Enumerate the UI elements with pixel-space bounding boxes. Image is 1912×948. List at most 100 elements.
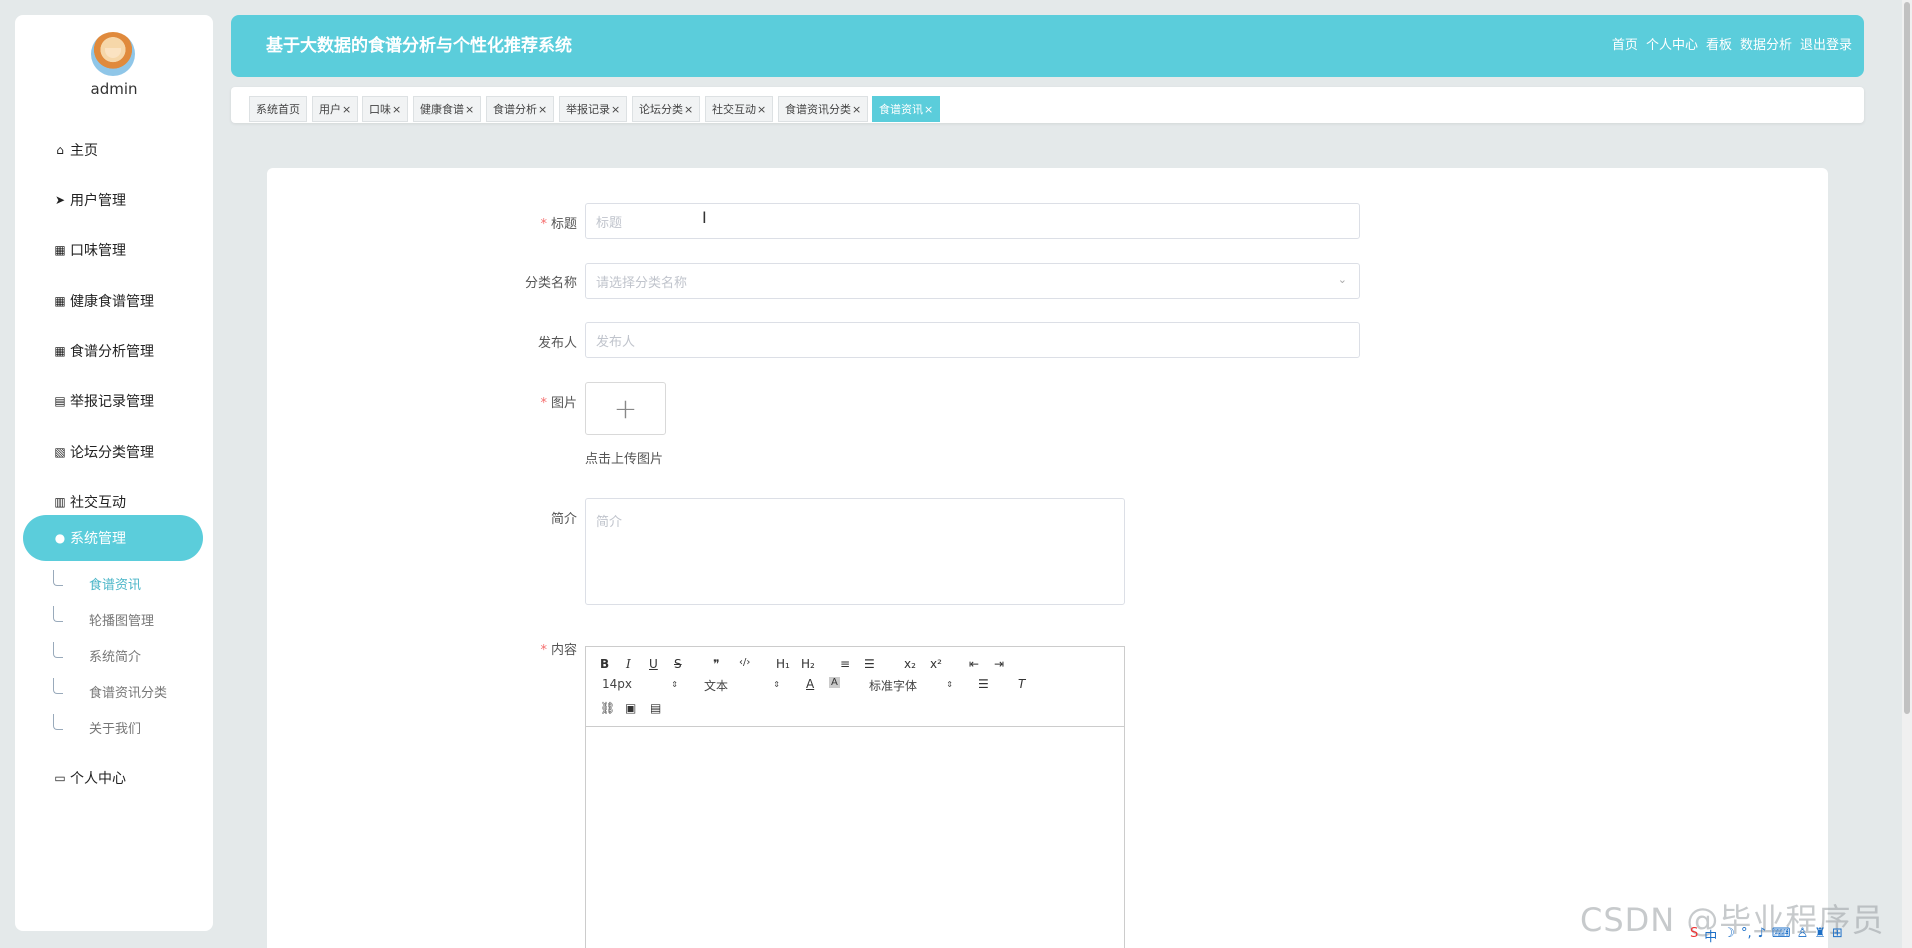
grid-icon: ▦ [54,294,66,308]
sidebar-item-taste[interactable]: ▦ 口味管理 [23,227,203,273]
font-size-select[interactable]: 14px ⇕ [602,677,678,691]
top-nav: 首页 个人中心 看板 数据分析 退出登录 [1612,15,1852,77]
publisher-label: 发布人 [537,336,577,351]
nav-data-analysis[interactable]: 数据分析 [1740,15,1792,77]
link-icon[interactable]: ⛓ [600,701,615,715]
tab-home[interactable]: 系统首页 [249,96,307,122]
close-icon[interactable]: × [538,103,547,116]
outdent-button[interactable]: ⇤ [969,657,979,671]
tab-healthy-recipes[interactable]: 健康食谱 × [413,96,482,122]
ime-tray: S 中 ☽ °, ♪ ⌨ ♙ ♜ ⊞ [1690,926,1843,945]
upload-hint: 点击上传图片 [585,452,664,467]
username: admin [90,80,138,98]
close-icon[interactable]: × [852,103,861,116]
intro-label: 简介 [550,512,577,527]
image-upload-button[interactable]: + [585,382,666,435]
scrollbar[interactable] [1902,0,1912,948]
italic-button[interactable]: I [626,657,631,671]
grid-tray-icon[interactable]: ⊞ [1832,926,1843,945]
close-icon[interactable]: × [611,103,620,116]
clear-format-icon[interactable]: T [1018,677,1025,691]
strike-button[interactable]: S [674,657,682,671]
close-icon[interactable]: × [392,103,401,116]
sidebar-item-recipe-analysis[interactable]: ▦ 食谱分析管理 [23,328,203,374]
indent-button[interactable]: ⇥ [994,657,1004,671]
system-title: 基于大数据的食谱分析与个性化推荐系统 [266,36,572,56]
chinese-mode-icon[interactable]: 中 [1704,926,1717,945]
tab-forum-categories[interactable]: 论坛分类 × [632,96,701,122]
sidebar-item-profile[interactable]: ▭ 个人中心 [23,755,203,801]
subitem-system-intro[interactable]: 系统简介 [53,640,141,670]
nav-logout[interactable]: 退出登录 [1800,15,1852,77]
subitem-carousel[interactable]: 轮播图管理 [53,604,154,634]
align-icon[interactable]: ☰ [978,677,989,691]
subitem-recipe-news[interactable]: 食谱资讯 [53,568,141,598]
h1-button[interactable]: H₁ [776,657,790,671]
tab-reports[interactable]: 举报记录 × [559,96,628,122]
avatar[interactable] [91,32,135,76]
home-icon: ⌂ [56,143,64,157]
publisher-input[interactable]: 发布人 [585,322,1360,358]
subscript-button[interactable]: x₂ [904,657,916,671]
keyboard-icon[interactable]: ⌨ [1772,926,1791,945]
category-label: 分类名称 [524,276,577,291]
clipboard-icon: ▤ [54,394,66,408]
tab-recipe-analysis[interactable]: 食谱分析 × [486,96,555,122]
grid-icon: ▦ [54,243,66,257]
plus-icon: + [613,392,638,425]
title-label: * 标题 [540,217,577,232]
header-style-select[interactable]: 文本 ⇕ [704,677,780,694]
sidebar-item-forum-categories[interactable]: ▧ 论坛分类管理 [23,429,203,475]
rich-text-editor[interactable]: B I U S ❞ ‹/› H₁ H₂ ≡ ☰ x₂ x² ⇤ ⇥ 14px ⇕ … [585,646,1125,948]
nav-home[interactable]: 首页 [1612,15,1638,77]
updown-icon: ⇕ [773,680,780,689]
subitem-news-categories[interactable]: 食谱资讯分类 [53,676,167,706]
subitem-about-us[interactable]: 关于我们 [53,712,141,742]
sidebar-item-healthy-recipes[interactable]: ▦ 健康食谱管理 [23,278,203,324]
user-icon: ● [54,531,66,545]
tab-news-categories[interactable]: 食谱资讯分类 × [778,96,869,122]
tab-recipe-news[interactable]: 食谱资讯 × [872,96,941,122]
code-block-button[interactable]: ‹/› [739,657,750,668]
nav-dashboard[interactable]: 看板 [1706,15,1732,77]
bold-button[interactable]: B [600,657,609,671]
bullet-list-button[interactable]: ☰ [864,657,875,671]
sidebar-item-system[interactable]: ● 系统管理 [23,515,203,561]
close-icon[interactable]: × [757,103,766,116]
moon-icon[interactable]: ☽ [1723,926,1735,945]
tab-users[interactable]: 用户 × [312,96,359,122]
ordered-list-button[interactable]: ≡ [840,657,850,671]
punctuation-icon[interactable]: °, [1741,926,1752,945]
tab-taste[interactable]: 口味 × [362,96,409,122]
books-icon: ▥ [54,495,66,509]
shirt-icon[interactable]: ♜ [1814,926,1826,945]
image-icon[interactable]: ▣ [625,701,636,715]
updown-icon: ⇕ [946,680,953,689]
superscript-button[interactable]: x² [930,657,942,671]
mic-icon[interactable]: ♪ [1758,926,1766,945]
underline-button[interactable]: U [649,657,658,671]
close-icon[interactable]: × [924,103,933,116]
close-icon[interactable]: × [342,103,351,116]
tab-social[interactable]: 社交互动 × [705,96,774,122]
editor-toolbar: B I U S ❞ ‹/› H₁ H₂ ≡ ☰ x₂ x² ⇤ ⇥ 14px ⇕ … [586,647,1124,727]
user-tray-icon[interactable]: ♙ [1797,926,1809,945]
h2-button[interactable]: H₂ [801,657,815,671]
font-color-icon[interactable]: A [806,677,814,691]
font-family-select[interactable]: 标准字体 ⇕ [869,677,953,694]
sidebar-item-users[interactable]: ➤ 用户管理 [23,177,203,223]
background-color-icon[interactable]: A [829,677,840,688]
close-icon[interactable]: × [465,103,474,116]
blockquote-button[interactable]: ❞ [713,657,719,671]
intro-textarea[interactable]: 简介 [585,498,1125,605]
video-icon[interactable]: ▤ [650,701,661,715]
paper-plane-icon: ➤ [54,193,66,207]
category-select[interactable]: 请选择分类名称 ⌄ [585,263,1360,299]
nav-profile[interactable]: 个人中心 [1646,15,1698,77]
sogou-icon[interactable]: S [1690,926,1698,945]
updown-icon: ⇕ [671,680,678,689]
sidebar-item-reports[interactable]: ▤ 举报记录管理 [23,378,203,424]
close-icon[interactable]: × [684,103,693,116]
chevron-down-icon: ⌄ [1337,273,1347,286]
sidebar-item-home[interactable]: ⌂ 主页 [23,127,203,173]
